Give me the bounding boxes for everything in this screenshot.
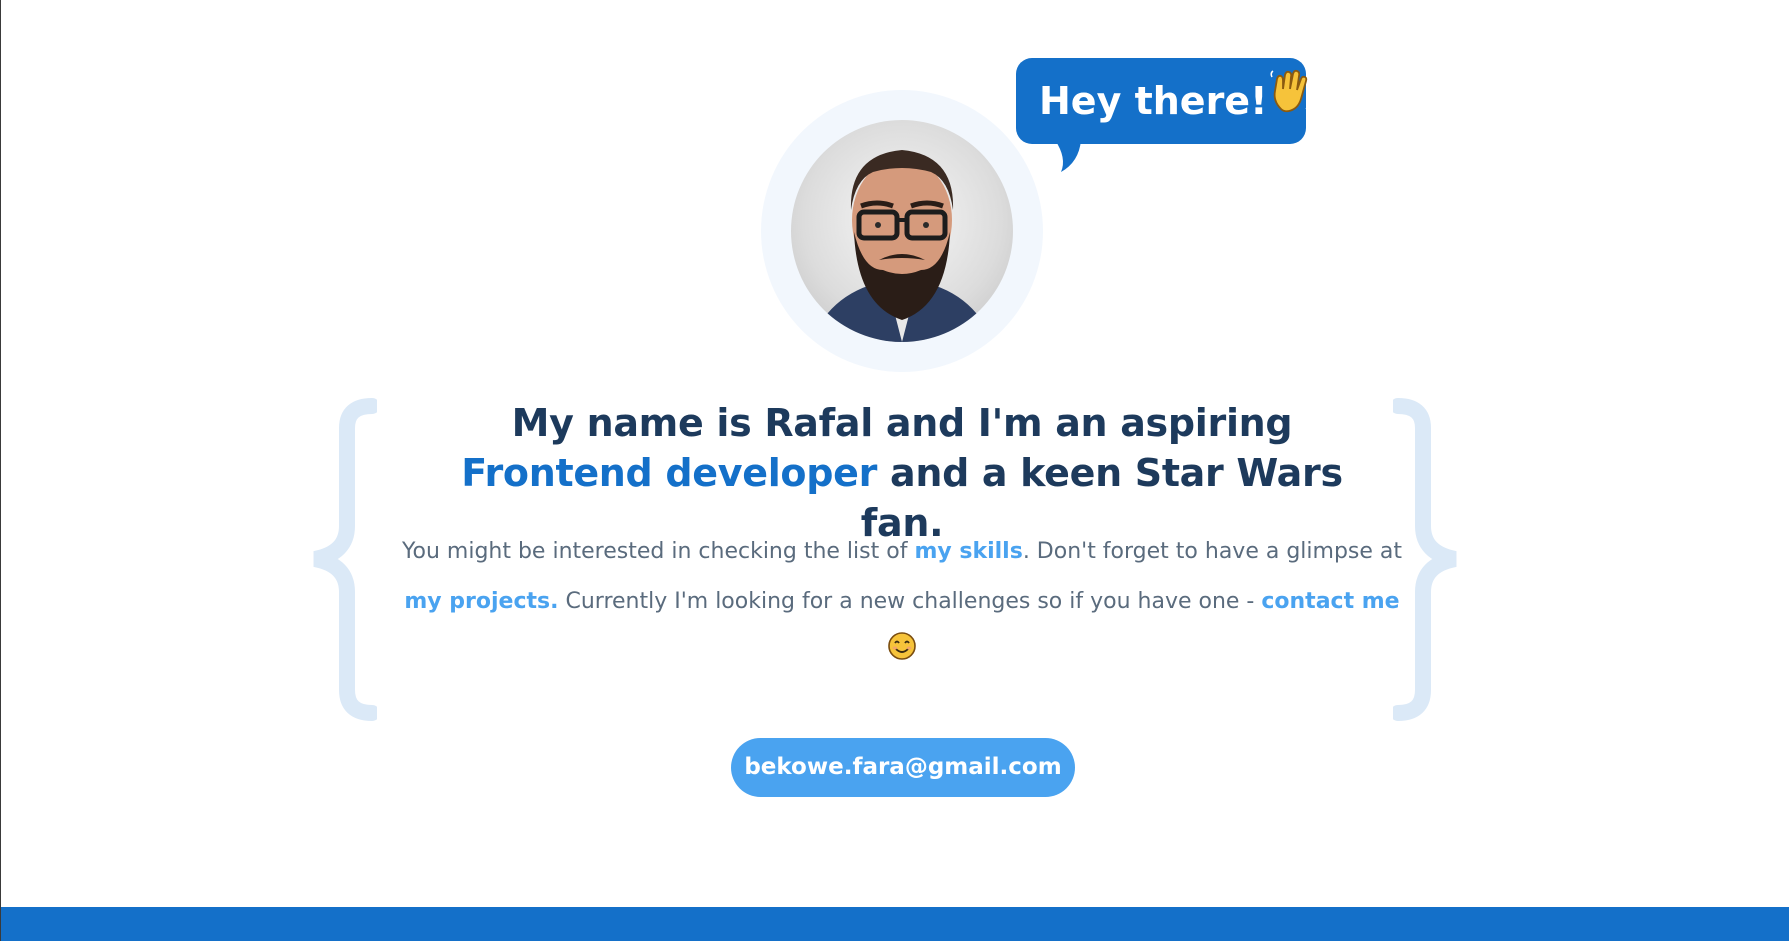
intro-text-1: You might be interested in checking the … <box>401 539 915 564</box>
greeting-text: Hey there! <box>1039 79 1268 123</box>
headline-line1: My name is Rafal and I'm an aspiring <box>511 401 1293 445</box>
projects-link[interactable]: my projects. <box>404 589 558 614</box>
contact-link[interactable]: contact me <box>1261 589 1399 614</box>
left-brace-decoration <box>313 398 377 721</box>
intro-paragraph: You might be interested in checking the … <box>401 527 1403 661</box>
bubble-tail <box>1055 140 1081 172</box>
skills-link[interactable]: my skills <box>914 539 1022 564</box>
footer-bar <box>1 907 1789 941</box>
avatar <box>791 120 1013 342</box>
email-button[interactable]: bekowe.fara@gmail.com <box>731 738 1075 797</box>
greeting-bubble: Hey there! <box>1016 58 1311 144</box>
page: Hey there! My name is Rafal and I'm an a… <box>0 0 1789 941</box>
waving-hand-icon <box>1269 57 1311 143</box>
intro-text-2: . Don't forget to have a glimpse at <box>1022 539 1403 564</box>
profile-photo-illustration <box>811 150 993 342</box>
intro-text-3: Currently I'm looking for a new challeng… <box>558 589 1262 614</box>
smiling-face-icon <box>888 632 916 660</box>
headline-accent: Frontend developer <box>461 451 878 495</box>
page-title: My name is Rafal and I'm an aspiring Fro… <box>421 398 1383 548</box>
right-brace-decoration <box>1393 398 1457 721</box>
